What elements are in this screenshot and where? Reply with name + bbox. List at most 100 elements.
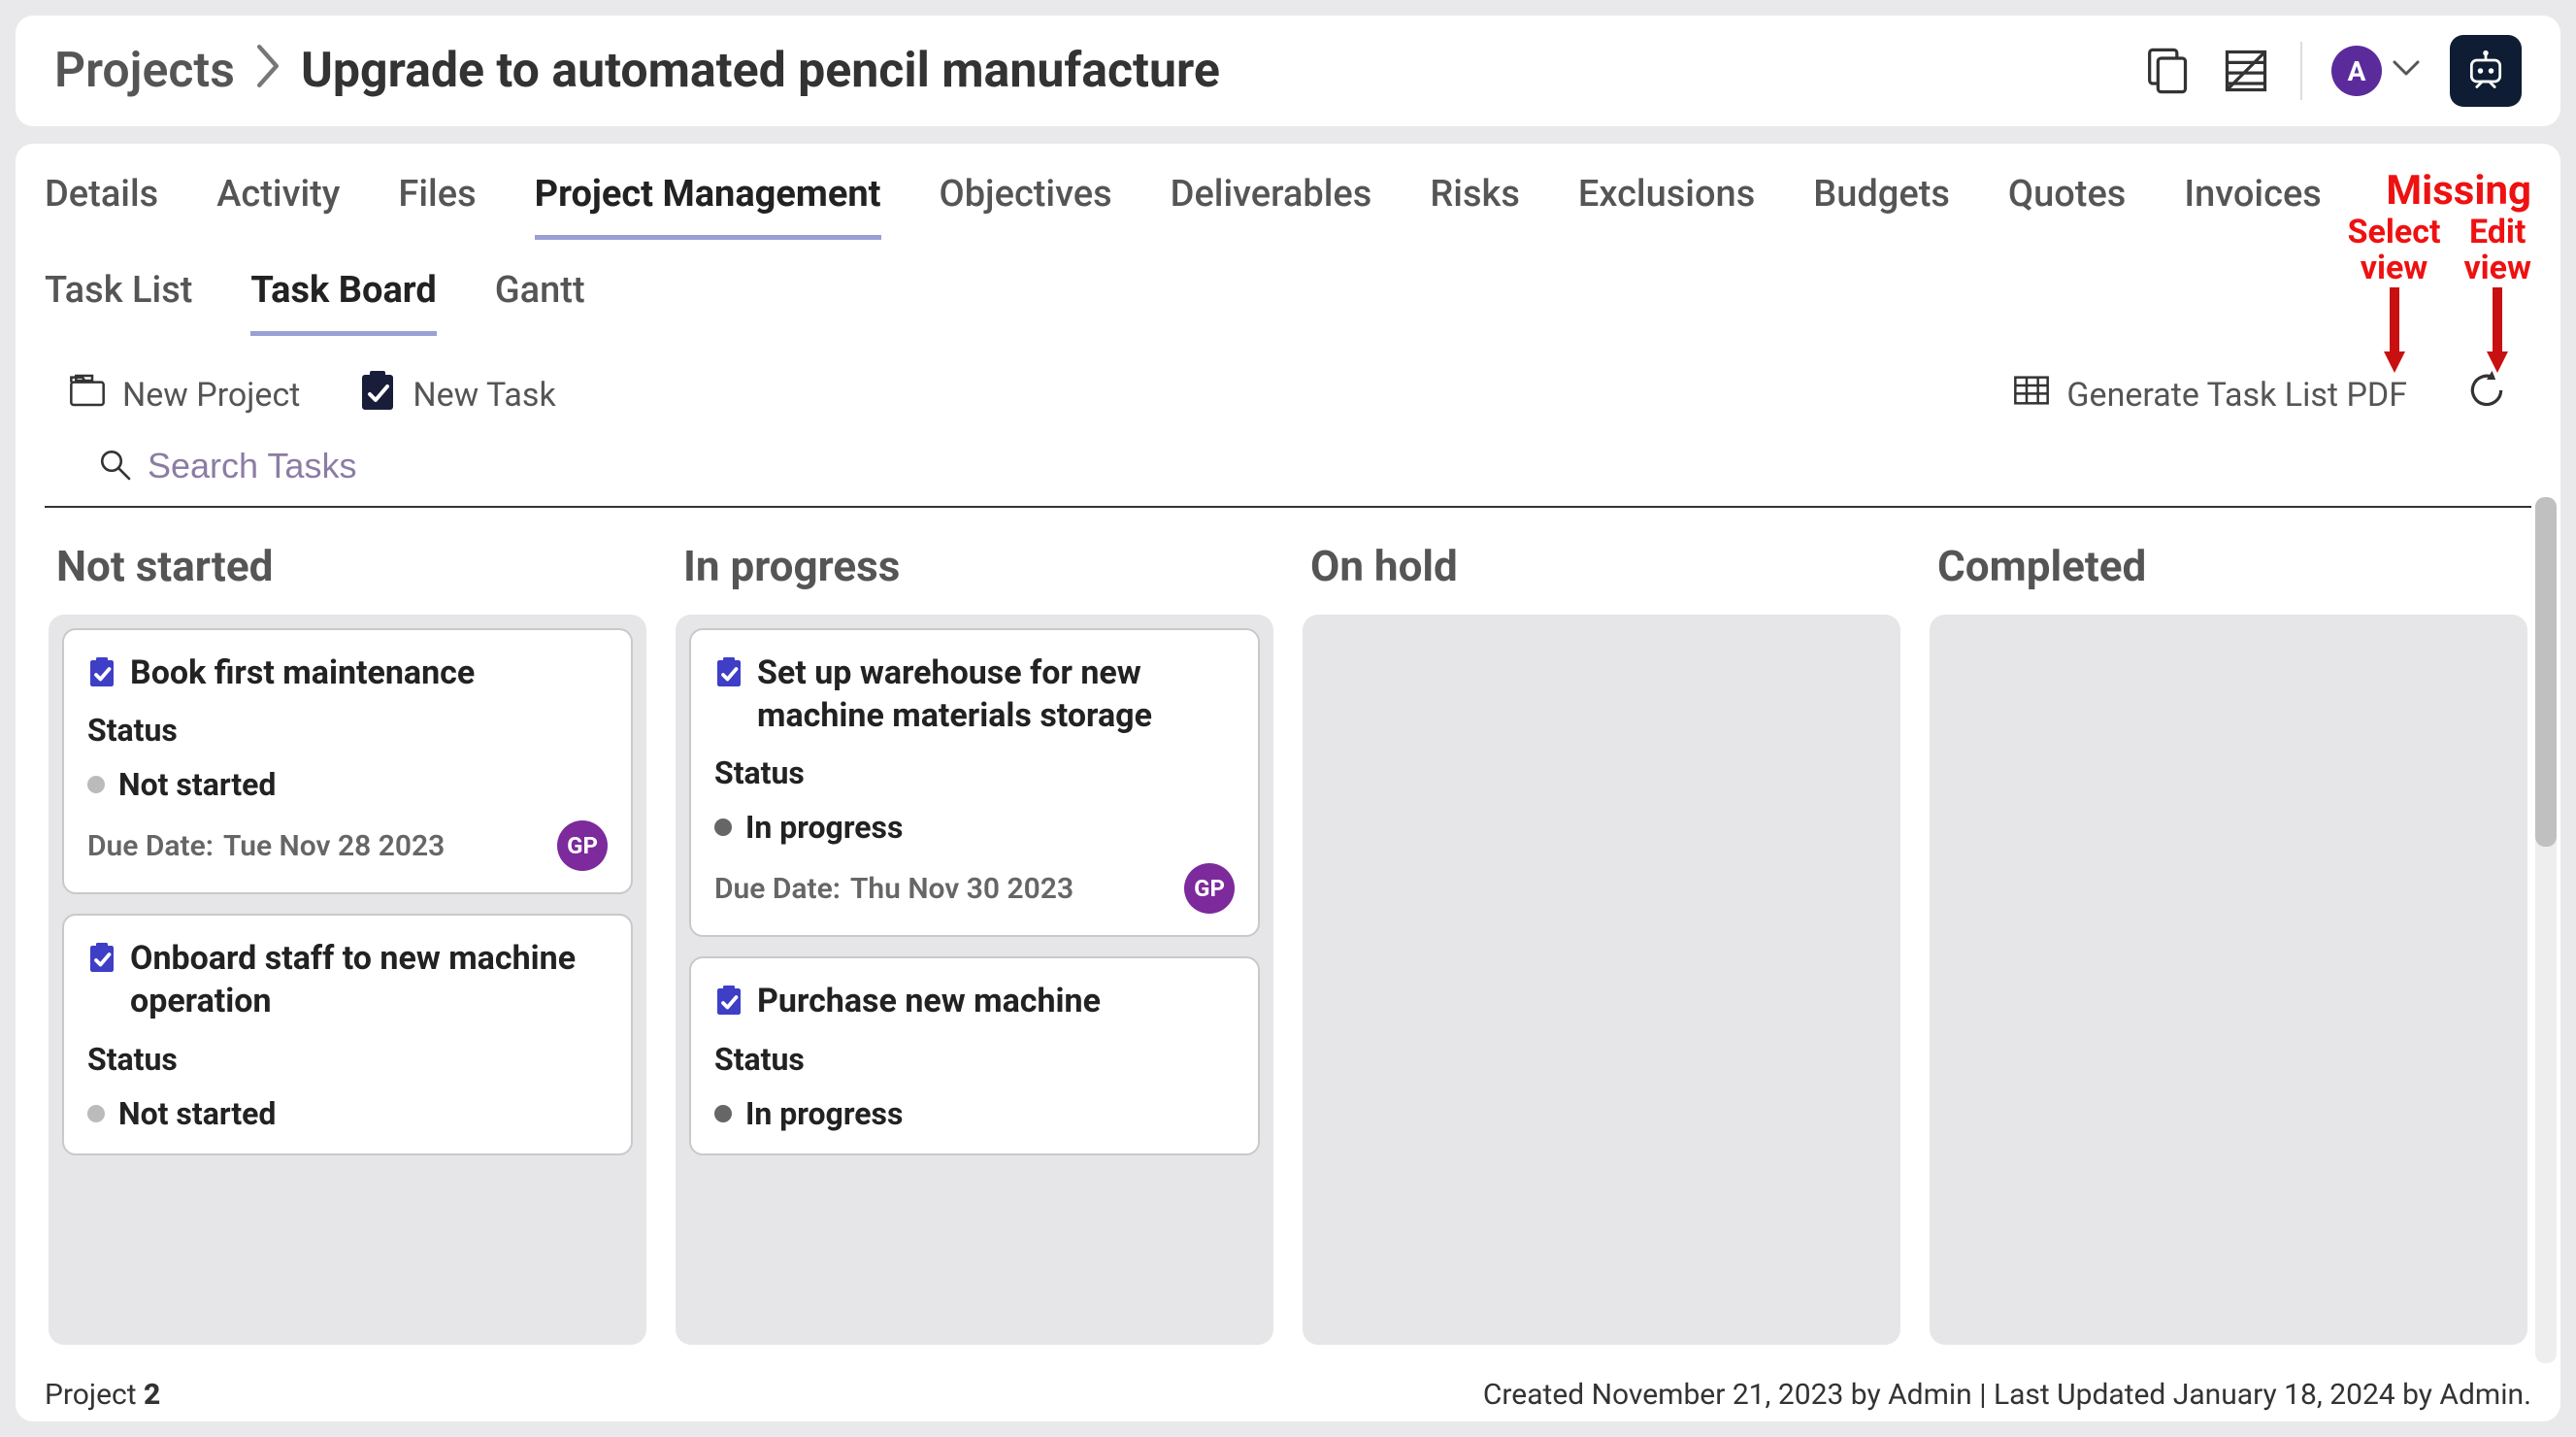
tab-exclusions[interactable]: Exclusions xyxy=(1578,173,1755,240)
scrollbar-thumb[interactable] xyxy=(2535,497,2557,847)
breadcrumb-root[interactable]: Projects xyxy=(54,43,235,99)
task-card[interactable]: Onboard staff to new machine operation S… xyxy=(62,914,633,1154)
tab-invoices[interactable]: Invoices xyxy=(2184,173,2321,240)
tab-activity[interactable]: Activity xyxy=(216,173,340,240)
task-title: Onboard staff to new machine operation xyxy=(130,937,608,1022)
footer-project: Project 2 xyxy=(45,1378,160,1412)
generate-pdf-label: Generate Task List PDF xyxy=(2066,376,2407,415)
copy-icon[interactable] xyxy=(2141,46,2192,96)
chevron-right-icon xyxy=(254,45,281,97)
status-dot-icon xyxy=(87,1105,105,1122)
status-text: In progress xyxy=(745,1095,903,1132)
table-icon xyxy=(2012,371,2051,418)
annotation-edit-view-l2: view xyxy=(2463,251,2531,286)
new-project-label: New Project xyxy=(122,376,300,415)
arrow-down-icon xyxy=(2485,287,2510,375)
task-title: Set up warehouse for new machine materia… xyxy=(757,652,1235,737)
user-menu[interactable]: A xyxy=(2331,46,2421,96)
status-text: In progress xyxy=(745,809,903,846)
annotation-select-view-l1: Select xyxy=(2348,215,2441,251)
status-dot-icon xyxy=(87,776,105,793)
divider xyxy=(2300,42,2302,100)
tabs-primary: Details Activity Files Project Managemen… xyxy=(16,144,2560,240)
header-actions: A xyxy=(2141,35,2522,107)
annotation-edit-view: Edit view xyxy=(2463,215,2531,375)
task-title: Book first maintenance xyxy=(130,652,475,694)
assignee-badge[interactable]: GP xyxy=(1184,863,1235,914)
clipboard-check-icon xyxy=(87,941,116,978)
blueprint-icon[interactable] xyxy=(2221,46,2271,96)
column-body[interactable] xyxy=(1930,615,2527,1345)
clipboard-check-icon xyxy=(87,655,116,692)
board: Not started Book first maintenance Statu… xyxy=(16,508,2560,1364)
refresh-icon xyxy=(2465,369,2508,420)
search-input[interactable] xyxy=(148,446,2479,486)
breadcrumb: Projects Upgrade to automated pencil man… xyxy=(54,43,1220,99)
board-column-completed: Completed xyxy=(1930,527,2527,1345)
new-task-label: New Task xyxy=(413,376,555,415)
tab-deliverables[interactable]: Deliverables xyxy=(1171,173,1372,240)
search-row xyxy=(45,430,2531,508)
status-text: Not started xyxy=(118,766,276,803)
column-body[interactable]: Book first maintenance Status Not starte… xyxy=(49,615,646,1345)
status-value: Not started xyxy=(87,1095,608,1132)
status-text: Not started xyxy=(118,1095,276,1132)
due-label: Due Date: xyxy=(87,829,214,863)
status-label: Status xyxy=(87,1041,608,1078)
assistant-button[interactable] xyxy=(2450,35,2522,107)
tab-objectives[interactable]: Objectives xyxy=(940,173,1112,240)
status-value: Not started xyxy=(87,766,608,803)
folder-plus-icon xyxy=(68,371,107,418)
task-card[interactable]: Purchase new machine Status In progress xyxy=(689,956,1260,1154)
board-column-in-progress: In progress Set up warehouse for new mac… xyxy=(676,527,1273,1345)
status-label: Status xyxy=(87,712,608,749)
breadcrumb-current: Upgrade to automated pencil manufacture xyxy=(301,43,1220,99)
due-value: Thu Nov 30 2023 xyxy=(850,872,1073,906)
footer-meta: Created November 21, 2023 by Admin | Las… xyxy=(1483,1378,2531,1412)
main-card: Details Activity Files Project Managemen… xyxy=(16,144,2560,1421)
footer: Project 2 Created November 21, 2023 by A… xyxy=(16,1364,2560,1421)
due-label: Due Date: xyxy=(714,872,841,906)
avatar: A xyxy=(2331,46,2382,96)
tab-risks[interactable]: Risks xyxy=(1430,173,1520,240)
status-value: In progress xyxy=(714,1095,1235,1132)
annotation-edit-view-l1: Edit xyxy=(2469,215,2526,251)
annotation-select-view-l2: view xyxy=(2361,251,2428,286)
new-task-button[interactable]: New Task xyxy=(358,369,555,420)
search-icon xyxy=(97,447,132,485)
subtab-gantt[interactable]: Gantt xyxy=(495,269,585,336)
task-title: Purchase new machine xyxy=(757,980,1101,1022)
subtab-task-list[interactable]: Task List xyxy=(45,269,192,336)
status-dot-icon xyxy=(714,819,732,836)
assignee-badge[interactable]: GP xyxy=(557,820,608,871)
footer-project-label: Project xyxy=(45,1378,137,1412)
generate-pdf-button[interactable]: Generate Task List PDF xyxy=(2012,371,2407,418)
due-value: Tue Nov 28 2023 xyxy=(223,829,445,863)
annotation-missing: Missing Select view Edit view xyxy=(2348,167,2531,375)
clipboard-check-icon xyxy=(714,984,743,1020)
board-wrapper: Not started Book first maintenance Statu… xyxy=(16,508,2560,1364)
tab-project-management[interactable]: Project Management xyxy=(535,173,881,240)
column-body[interactable] xyxy=(1303,615,1900,1345)
annotation-missing-title: Missing xyxy=(2386,167,2531,215)
footer-project-number: 2 xyxy=(144,1378,160,1412)
refresh-button[interactable] xyxy=(2465,369,2508,420)
new-project-button[interactable]: New Project xyxy=(68,371,300,418)
status-label: Status xyxy=(714,754,1235,791)
status-label: Status xyxy=(714,1041,1235,1078)
tab-quotes[interactable]: Quotes xyxy=(2008,173,2126,240)
subtab-task-board[interactable]: Task Board xyxy=(250,269,436,336)
task-card[interactable]: Set up warehouse for new machine materia… xyxy=(689,628,1260,937)
column-body[interactable]: Set up warehouse for new machine materia… xyxy=(676,615,1273,1345)
header-bar: Projects Upgrade to automated pencil man… xyxy=(16,16,2560,126)
column-title: On hold xyxy=(1303,527,1900,615)
tab-budgets[interactable]: Budgets xyxy=(1813,173,1950,240)
toolbar: New Project New Task Generate Task List … xyxy=(16,336,2560,430)
task-card[interactable]: Book first maintenance Status Not starte… xyxy=(62,628,633,894)
board-column-not-started: Not started Book first maintenance Statu… xyxy=(49,527,646,1345)
tab-details[interactable]: Details xyxy=(45,173,158,240)
arrow-down-icon xyxy=(2382,287,2407,375)
column-title: In progress xyxy=(676,527,1273,615)
tabs-secondary: Task List Task Board Gantt xyxy=(16,240,2560,336)
tab-files[interactable]: Files xyxy=(398,173,476,240)
